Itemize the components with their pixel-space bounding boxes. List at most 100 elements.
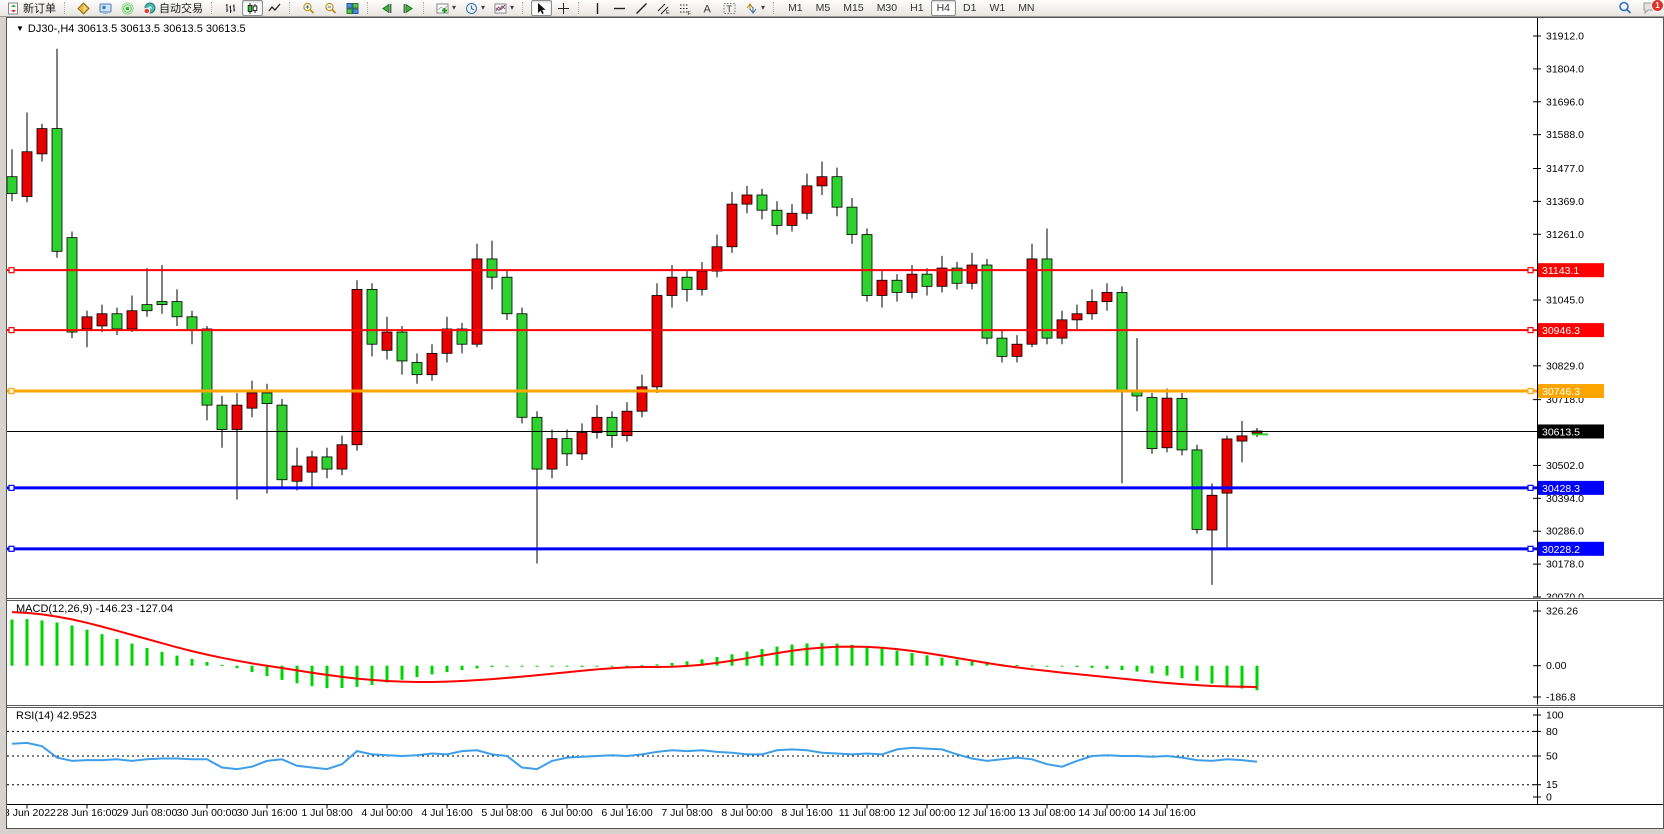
chevron-down-icon: ▾ — [510, 4, 514, 12]
indicators-button[interactable]: ▾ — [432, 0, 460, 16]
svg-text:T: T — [727, 4, 733, 14]
templates-button[interactable]: ▾ — [490, 0, 518, 16]
timeframe-h4-button[interactable]: H4 — [931, 0, 956, 16]
rsi-tick-label: 0 — [1546, 792, 1552, 804]
candle-bull — [382, 332, 392, 350]
timeframe-m5-button[interactable]: M5 — [810, 0, 837, 16]
price-badge-label: 30228.2 — [1542, 544, 1580, 556]
timeframe-mn-button[interactable]: MN — [1012, 0, 1040, 16]
macd-histogram-bar — [521, 666, 524, 667]
new-order-icon — [7, 2, 20, 15]
search-button[interactable] — [1614, 0, 1636, 16]
price-badge-label: 30946.3 — [1542, 325, 1580, 337]
bar-chart-button[interactable] — [220, 0, 241, 16]
candle-bear — [397, 332, 407, 361]
equidistant-channel-button[interactable]: E — [653, 0, 674, 16]
candlestick-chart-button[interactable] — [242, 0, 263, 16]
vertical-line-button[interactable] — [587, 0, 608, 16]
macd-histogram-bar — [806, 643, 809, 665]
zoom-in-button[interactable] — [298, 0, 319, 16]
macd-histogram-bar — [206, 662, 209, 666]
macd-histogram-bar — [176, 656, 179, 666]
metaeditor-button[interactable] — [73, 0, 94, 16]
cursor-button[interactable] — [531, 0, 552, 16]
candle-bear — [757, 195, 767, 210]
candle-bull — [82, 317, 92, 329]
time-tick-label: 12 Jul 00:00 — [898, 807, 955, 819]
time-tick-label: 4 Jul 16:00 — [421, 807, 473, 819]
metaeditor-icon — [77, 2, 90, 15]
candle-bull — [1057, 320, 1067, 338]
macd-tick-label: 326.26 — [1546, 606, 1578, 618]
macd-histogram-bar — [446, 666, 449, 672]
time-tick-label: 8 Jul 00:00 — [721, 807, 773, 819]
candle-bull — [1087, 302, 1097, 314]
timeframe-w1-button[interactable]: W1 — [983, 0, 1011, 16]
price-chart-canvas[interactable]: 31912.031804.031696.031588.031477.031369… — [6, 17, 1664, 829]
periods-button[interactable]: ▾ — [461, 0, 489, 16]
line-chart-button[interactable] — [264, 0, 285, 16]
market-watch-button[interactable] — [117, 0, 138, 16]
chart-shift-button[interactable] — [398, 0, 419, 16]
notifications-button[interactable]: 1 — [1638, 0, 1661, 16]
fibonacci-button[interactable]: F — [675, 0, 696, 16]
candle-bull — [787, 213, 797, 225]
candlestick-chart-icon — [246, 2, 259, 15]
macd-histogram-bar — [671, 663, 674, 666]
time-tick-label: 29 Jun 08:00 — [117, 807, 178, 819]
zoom-out-button[interactable] — [320, 0, 341, 16]
trendline-button[interactable] — [631, 0, 652, 16]
toolbar-separator — [773, 2, 778, 14]
toolbar-separator — [211, 2, 216, 14]
chart-window: 31912.031804.031696.031588.031477.031369… — [6, 17, 1664, 829]
timeframe-m15-button[interactable]: M15 — [837, 0, 869, 16]
timeframe-h1-button[interactable]: H1 — [904, 0, 929, 16]
macd-histogram-bar — [416, 666, 419, 677]
macd-histogram-bar — [41, 620, 44, 665]
timeframe-d1-button[interactable]: D1 — [957, 0, 982, 16]
new-order-button[interactable]: 新订单 — [3, 0, 60, 16]
line-handle — [9, 546, 14, 551]
timeframe-m30-button[interactable]: M30 — [871, 0, 903, 16]
terminal-button[interactable] — [95, 0, 116, 16]
timeframe-label: W1 — [989, 2, 1005, 14]
price-badge-label: 30613.5 — [1542, 426, 1580, 438]
text-label-button[interactable]: T — [719, 0, 740, 16]
autotrading-button[interactable]: 自动交易 — [139, 0, 207, 16]
toolbar-separator — [578, 2, 583, 14]
candle-bear — [217, 405, 227, 429]
timeframe-m1-button[interactable]: M1 — [782, 0, 809, 16]
candle-bear — [7, 177, 17, 194]
text-button[interactable]: A — [697, 0, 718, 16]
zoom-in-icon — [302, 2, 315, 15]
price-tick-label: 30502.0 — [1546, 460, 1584, 472]
horizontal-line-button[interactable] — [609, 0, 630, 16]
price-tick-label: 31696.0 — [1546, 96, 1584, 108]
time-tick-label: 6 Jul 00:00 — [541, 807, 593, 819]
macd-histogram-bar — [611, 666, 614, 667]
crosshair-button[interactable] — [553, 0, 574, 16]
svg-text:E: E — [666, 10, 670, 15]
time-tick-label: 12 Jul 16:00 — [958, 807, 1015, 819]
time-tick-label: 4 Jul 00:00 — [361, 807, 413, 819]
candle-bull — [802, 186, 812, 213]
arrows-icon — [745, 2, 758, 15]
tile-windows-button[interactable] — [342, 0, 363, 16]
timeframe-label: MN — [1018, 2, 1034, 14]
macd-histogram-bar — [896, 651, 899, 666]
candle-bear — [1117, 292, 1127, 391]
macd-histogram-bar — [266, 666, 269, 676]
candle-bull — [1237, 436, 1247, 441]
macd-histogram-bar — [56, 622, 59, 665]
arrows-button[interactable]: ▾ — [741, 0, 769, 16]
auto-scroll-button[interactable] — [376, 0, 397, 16]
candle-bear — [52, 129, 62, 252]
macd-histogram-bar — [401, 666, 404, 680]
line-handle — [9, 268, 14, 273]
time-tick-label: 7 Jul 08:00 — [661, 807, 713, 819]
candle-bull — [667, 277, 677, 295]
auto-scroll-icon — [380, 2, 393, 15]
candle-bull — [1222, 439, 1232, 493]
candle-bear — [187, 317, 197, 331]
candle-bull — [907, 274, 917, 292]
